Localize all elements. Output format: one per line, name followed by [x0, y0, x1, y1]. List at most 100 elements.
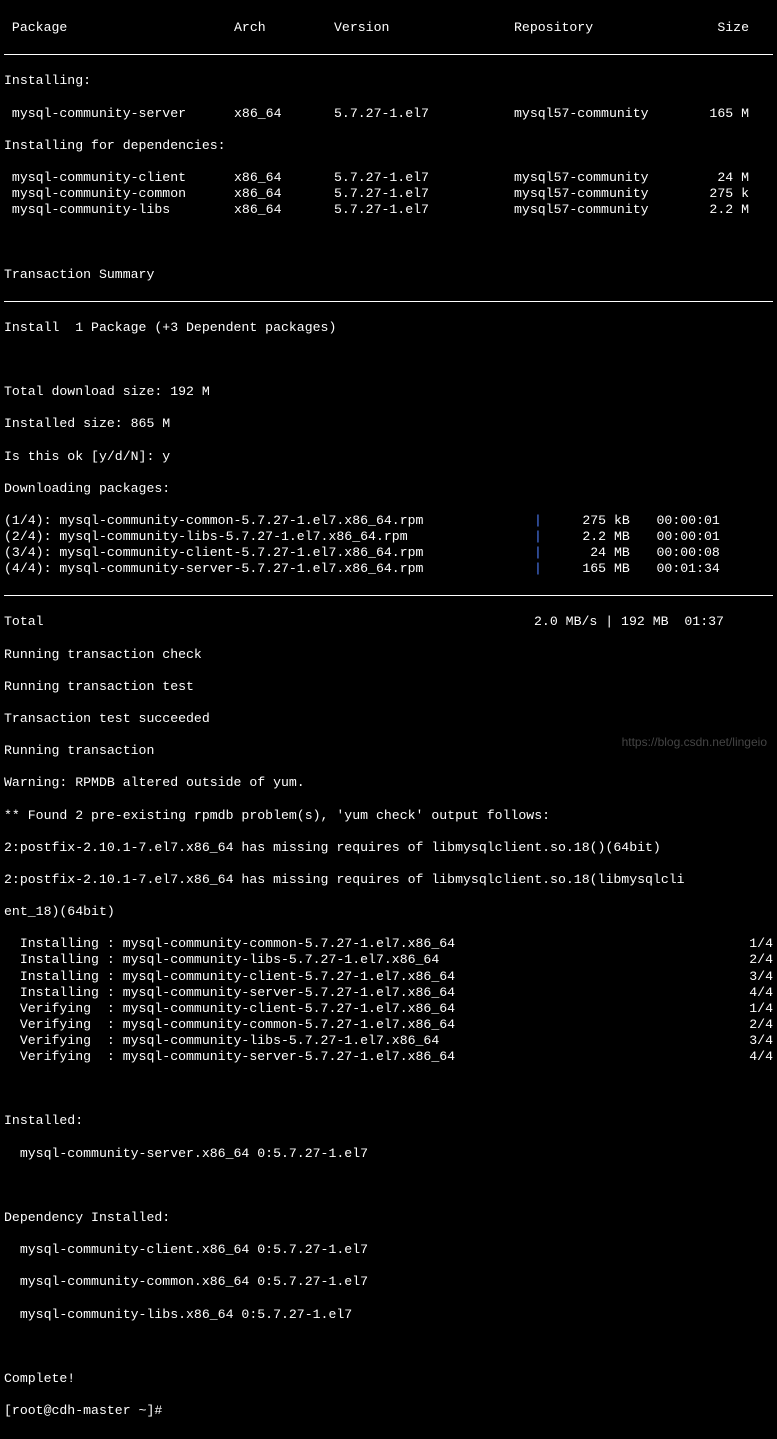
complete-label: Complete!	[4, 1371, 773, 1387]
table-row: mysql-community-libsx86_645.7.27-1.el7my…	[4, 202, 773, 218]
step-count: 1/4	[733, 1001, 773, 1017]
install-step-row: Installing : mysql-community-libs-5.7.27…	[4, 952, 773, 968]
terminal-output: PackageArchVersionRepositorySize Install…	[0, 0, 777, 1439]
install-step-row: Verifying : mysql-community-common-5.7.2…	[4, 1017, 773, 1033]
download-name: (2/4): mysql-community-libs-5.7.27-1.el7…	[4, 529, 534, 545]
rpmdb-problem-line: ent_18)(64bit)	[4, 904, 773, 920]
step-count: 1/4	[733, 936, 773, 952]
step-text: Installing : mysql-community-server-5.7.…	[4, 985, 455, 1001]
table-header: PackageArchVersionRepositorySize	[4, 20, 773, 36]
download-size: 165 MB	[550, 561, 630, 577]
pkg-repo: mysql57-community	[514, 202, 689, 218]
step-text: Installing : mysql-community-client-5.7.…	[4, 969, 455, 985]
install-step-row: Verifying : mysql-community-server-5.7.2…	[4, 1049, 773, 1065]
pkg-arch: x86_64	[234, 186, 334, 202]
install-step-row: Installing : mysql-community-client-5.7.…	[4, 969, 773, 985]
download-total: Total2.0 MB/s | 192 MB 01:37	[4, 614, 773, 630]
pipe-separator: |	[534, 545, 550, 561]
separator	[4, 54, 773, 55]
pkg-name: mysql-community-server	[4, 106, 234, 122]
install-step-row: Installing : mysql-community-server-5.7.…	[4, 985, 773, 1001]
pipe-separator: |	[534, 513, 550, 529]
shell-prompt[interactable]: [root@cdh-master ~]#	[4, 1403, 773, 1419]
step-count: 3/4	[733, 1033, 773, 1049]
install-summary: Install 1 Package (+3 Dependent packages…	[4, 320, 773, 336]
pkg-arch: x86_64	[234, 170, 334, 186]
pkg-name: mysql-community-client	[4, 170, 234, 186]
section-installing-deps: Installing for dependencies:	[4, 138, 773, 154]
total-label: Total	[4, 614, 534, 630]
install-step-row: Installing : mysql-community-common-5.7.…	[4, 936, 773, 952]
hdr-version: Version	[334, 20, 514, 36]
installed-size: Installed size: 865 M	[4, 416, 773, 432]
warning-rpmdb: Warning: RPMDB altered outside of yum.	[4, 775, 773, 791]
download-size: 24 MB	[550, 545, 630, 561]
hdr-repo: Repository	[514, 20, 689, 36]
downloading-label: Downloading packages:	[4, 481, 773, 497]
total-download-size: Total download size: 192 M	[4, 384, 773, 400]
download-size: 2.2 MB	[550, 529, 630, 545]
rpmdb-problem-line: 2:postfix-2.10.1-7.el7.x86_64 has missin…	[4, 840, 773, 856]
download-name: (4/4): mysql-community-server-5.7.27-1.e…	[4, 561, 534, 577]
download-time: 00:00:01	[630, 529, 720, 545]
download-row: (4/4): mysql-community-server-5.7.27-1.e…	[4, 561, 773, 577]
rpmdb-problems: ** Found 2 pre-existing rpmdb problem(s)…	[4, 808, 773, 824]
hdr-size: Size	[689, 20, 749, 36]
dependency-package: mysql-community-libs.x86_64 0:5.7.27-1.e…	[4, 1307, 773, 1323]
blank-line	[4, 234, 773, 250]
transaction-test-ok: Transaction test succeeded	[4, 711, 773, 727]
download-row: (1/4): mysql-community-common-5.7.27-1.e…	[4, 513, 773, 529]
download-time: 00:00:01	[630, 513, 720, 529]
separator	[4, 595, 773, 596]
table-row: mysql-community-serverx86_645.7.27-1.el7…	[4, 106, 773, 122]
download-time: 00:01:34	[630, 561, 720, 577]
pkg-arch: x86_64	[234, 106, 334, 122]
step-text: Verifying : mysql-community-common-5.7.2…	[4, 1017, 455, 1033]
download-size: 275 kB	[550, 513, 630, 529]
hdr-package: Package	[4, 20, 234, 36]
pkg-version: 5.7.27-1.el7	[334, 202, 514, 218]
pkg-version: 5.7.27-1.el7	[334, 106, 514, 122]
section-txn-summary: Transaction Summary	[4, 267, 773, 283]
step-text: Verifying : mysql-community-libs-5.7.27-…	[4, 1033, 439, 1049]
blank-line	[4, 352, 773, 368]
separator	[4, 301, 773, 302]
install-step-row: Verifying : mysql-community-client-5.7.2…	[4, 1001, 773, 1017]
step-count: 2/4	[733, 952, 773, 968]
download-name: (3/4): mysql-community-client-5.7.27-1.e…	[4, 545, 534, 561]
step-text: Installing : mysql-community-common-5.7.…	[4, 936, 455, 952]
pkg-repo: mysql57-community	[514, 186, 689, 202]
download-time: 00:00:08	[630, 545, 720, 561]
pkg-repo: mysql57-community	[514, 170, 689, 186]
pkg-size: 2.2 M	[689, 202, 749, 218]
pkg-size: 165 M	[689, 106, 749, 122]
blank-line	[4, 1081, 773, 1097]
download-row: (3/4): mysql-community-client-5.7.27-1.e…	[4, 545, 773, 561]
rpmdb-problem-line: 2:postfix-2.10.1-7.el7.x86_64 has missin…	[4, 872, 773, 888]
dependency-package: mysql-community-common.x86_64 0:5.7.27-1…	[4, 1274, 773, 1290]
step-text: Verifying : mysql-community-server-5.7.2…	[4, 1049, 455, 1065]
step-count: 4/4	[733, 1049, 773, 1065]
confirm-prompt[interactable]: Is this ok [y/d/N]: y	[4, 449, 773, 465]
table-row: mysql-community-clientx86_645.7.27-1.el7…	[4, 170, 773, 186]
pkg-size: 24 M	[689, 170, 749, 186]
installed-package: mysql-community-server.x86_64 0:5.7.27-1…	[4, 1146, 773, 1162]
download-name: (1/4): mysql-community-common-5.7.27-1.e…	[4, 513, 534, 529]
step-text: Installing : mysql-community-libs-5.7.27…	[4, 952, 439, 968]
total-stats: 2.0 MB/s | 192 MB 01:37	[534, 614, 724, 630]
pipe-separator: |	[534, 529, 550, 545]
installed-header: Installed:	[4, 1113, 773, 1129]
pkg-arch: x86_64	[234, 202, 334, 218]
watermark: https://blog.csdn.net/lingeio	[622, 735, 767, 750]
download-row: (2/4): mysql-community-libs-5.7.27-1.el7…	[4, 529, 773, 545]
pkg-name: mysql-community-common	[4, 186, 234, 202]
step-count: 2/4	[733, 1017, 773, 1033]
dependency-package: mysql-community-client.x86_64 0:5.7.27-1…	[4, 1242, 773, 1258]
pkg-version: 5.7.27-1.el7	[334, 186, 514, 202]
table-row: mysql-community-commonx86_645.7.27-1.el7…	[4, 186, 773, 202]
step-count: 3/4	[733, 969, 773, 985]
blank-line	[4, 1178, 773, 1194]
install-step-row: Verifying : mysql-community-libs-5.7.27-…	[4, 1033, 773, 1049]
run-transaction-test: Running transaction test	[4, 679, 773, 695]
run-transaction-check: Running transaction check	[4, 647, 773, 663]
